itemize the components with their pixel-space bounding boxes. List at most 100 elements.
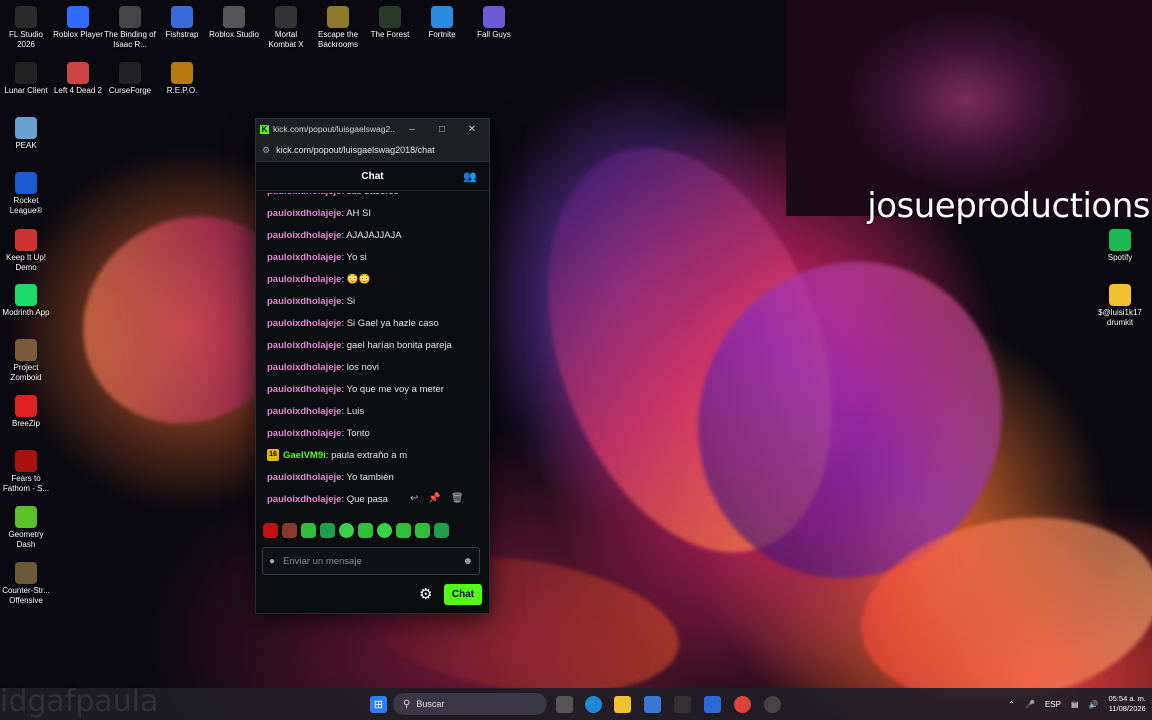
- clock[interactable]: 05:54 a. m. 11/08/2026: [1108, 694, 1146, 714]
- emote-icon[interactable]: [415, 523, 430, 538]
- chrome-icon[interactable]: [734, 696, 751, 713]
- desktop-shortcut-label: Project Zomboid: [10, 363, 42, 382]
- desktop-shortcut[interactable]: R.E.P.O.: [156, 62, 208, 96]
- app-icon[interactable]: [704, 696, 721, 713]
- chat-username[interactable]: pauloixdholajeje: [267, 208, 341, 219]
- chat-username[interactable]: pauloixdholajeje: [267, 472, 341, 483]
- desktop-shortcut[interactable]: The Binding of Isaac R...: [104, 6, 156, 49]
- breezip-icon: [15, 395, 37, 417]
- fortnite-icon: [431, 6, 453, 28]
- users-icon[interactable]: 👥: [463, 170, 477, 183]
- start-windows-icon[interactable]: ⊞: [370, 696, 387, 713]
- steam-icon[interactable]: [764, 696, 781, 713]
- desktop-shortcut[interactable]: Modrinth App: [0, 284, 52, 318]
- minimize-icon[interactable]: –: [399, 124, 425, 135]
- chat-username[interactable]: pauloixdholajeje: [267, 252, 341, 263]
- network-icon[interactable]: ▤: [1071, 700, 1079, 709]
- chat-username[interactable]: GaelVM9i: [283, 450, 326, 461]
- chat-username[interactable]: pauloixdholajeje: [267, 494, 341, 505]
- chat-username[interactable]: pauloixdholajeje: [267, 193, 341, 197]
- emote-icon[interactable]: [339, 523, 354, 538]
- chat-rules-icon[interactable]: ●: [269, 556, 275, 567]
- desktop-shortcut-label: CurseForge: [108, 86, 152, 95]
- chat-message: pauloixdholajeje: AH SI: [267, 207, 371, 221]
- desktop-shortcut[interactable]: Project Zomboid: [0, 339, 52, 382]
- desktop-shortcut[interactable]: PEAK: [0, 117, 52, 151]
- close-icon[interactable]: ✕: [459, 124, 485, 135]
- emote-icon[interactable]: [282, 523, 297, 538]
- pin-icon[interactable]: 📌: [428, 493, 440, 504]
- desktop-shortcut-label: The Binding of Isaac R...: [104, 30, 156, 49]
- kick-logo-icon: K: [260, 124, 269, 134]
- emote-icon[interactable]: [301, 523, 316, 538]
- file-explorer-icon[interactable]: [614, 696, 631, 713]
- emote-icon[interactable]: [396, 523, 411, 538]
- chat-title: Chat: [361, 170, 384, 182]
- desktop-shortcut-label: Geometry Dash: [8, 530, 44, 549]
- desktop-shortcut[interactable]: Fortnite: [416, 6, 468, 40]
- send-chat-button[interactable]: Chat: [444, 584, 482, 605]
- maximize-icon[interactable]: □: [429, 124, 455, 135]
- chat-message: pauloixdholajeje: gael harían bonita par…: [267, 339, 452, 353]
- language-indicator[interactable]: ESP: [1045, 700, 1061, 709]
- desktop-shortcut[interactable]: Lunar Client: [0, 62, 52, 96]
- desktop-shortcut[interactable]: FL Studio 2026: [0, 6, 52, 49]
- epic-games-icon[interactable]: [674, 696, 691, 713]
- chat-username[interactable]: pauloixdholajeje: [267, 384, 341, 395]
- desktop-shortcut[interactable]: Rocket League®: [0, 172, 52, 215]
- emoji-icon[interactable]: ☻: [462, 556, 473, 567]
- desktop-shortcut[interactable]: Geometry Dash: [0, 506, 52, 549]
- address-bar[interactable]: ⚙ kick.com/popout/luisgaelswag2018/chat: [256, 139, 489, 162]
- emote-icon[interactable]: [434, 523, 449, 538]
- emote-icon[interactable]: [320, 523, 335, 538]
- chat-username[interactable]: pauloixdholajeje: [267, 428, 341, 439]
- desktop-shortcut-label: Counter-Str... Offensive: [2, 586, 50, 605]
- chat-username[interactable]: pauloixdholajeje: [267, 362, 341, 373]
- desktop-shortcut[interactable]: The Forest: [364, 6, 416, 40]
- settings-gear-icon[interactable]: ⚙: [419, 585, 432, 603]
- desktop-shortcut[interactable]: CurseForge: [104, 62, 156, 96]
- chat-username[interactable]: pauloixdholajeje: [267, 340, 341, 351]
- task-view-icon[interactable]: [556, 696, 573, 713]
- chat-username[interactable]: pauloixdholajeje: [267, 296, 341, 307]
- chat-message-text: AH SI: [346, 208, 372, 219]
- microphone-icon[interactable]: 🎤: [1025, 700, 1035, 709]
- emote-icon[interactable]: [263, 523, 278, 538]
- desktop-shortcut[interactable]: $@luisi1k17 drumkit: [1094, 284, 1146, 327]
- chat-username[interactable]: pauloixdholajeje: [267, 274, 341, 285]
- desktop-shortcut[interactable]: Fall Guys: [468, 6, 520, 40]
- clock-date: 11/08/2026: [1108, 704, 1146, 713]
- desktop-shortcut-label: Left 4 Dead 2: [53, 86, 103, 95]
- chevron-up-icon[interactable]: ⌃: [1008, 700, 1015, 709]
- chat-username[interactable]: pauloixdholajeje: [267, 230, 341, 241]
- desktop-shortcut[interactable]: Fishstrap: [156, 6, 208, 40]
- desktop-shortcut[interactable]: Roblox Player: [52, 6, 104, 40]
- desktop-shortcut[interactable]: Left 4 Dead 2: [52, 62, 104, 96]
- emote-icon[interactable]: [358, 523, 373, 538]
- taskbar-search[interactable]: ⚲ Buscar: [393, 693, 547, 715]
- volume-icon[interactable]: 🔊: [1089, 700, 1099, 709]
- store-icon[interactable]: [644, 696, 661, 713]
- desktop-shortcut[interactable]: Counter-Str... Offensive: [0, 562, 52, 605]
- emote-icon[interactable]: [377, 523, 392, 538]
- desktop-shortcut[interactable]: Keep It Up! Demo: [0, 229, 52, 272]
- desktop-shortcut-label: Escape the Backrooms: [317, 30, 359, 49]
- chat-username[interactable]: pauloixdholajeje: [267, 406, 341, 417]
- edge-icon[interactable]: [585, 696, 602, 713]
- chat-message: pauloixdholajeje: sus traseros: [267, 193, 398, 199]
- desktop-shortcut[interactable]: Mortal Kombat X: [260, 6, 312, 49]
- desktop-shortcut[interactable]: Fears to Fathom - S...: [0, 450, 52, 493]
- desktop-shortcut-label: Lunar Client: [4, 86, 48, 95]
- reply-icon[interactable]: ↩: [410, 493, 418, 504]
- site-info-icon[interactable]: ⚙: [262, 145, 270, 156]
- desktop-shortcut[interactable]: Spotify: [1094, 229, 1146, 263]
- desktop-shortcut[interactable]: Escape the Backrooms: [312, 6, 364, 49]
- chat-message-input[interactable]: [281, 554, 457, 568]
- desktop-shortcut[interactable]: Roblox Studio: [208, 6, 260, 40]
- chat-message: pauloixdholajeje: 😳😳: [267, 273, 370, 287]
- desktop-shortcut[interactable]: BreeZip: [0, 395, 52, 429]
- chat-username[interactable]: pauloixdholajeje: [267, 318, 341, 329]
- chat-message-list[interactable]: pauloixdholajeje: sus traserospauloixdho…: [256, 193, 489, 523]
- fears-to-fathom-icon: [15, 450, 37, 472]
- delete-icon[interactable]: 🗑: [451, 493, 464, 504]
